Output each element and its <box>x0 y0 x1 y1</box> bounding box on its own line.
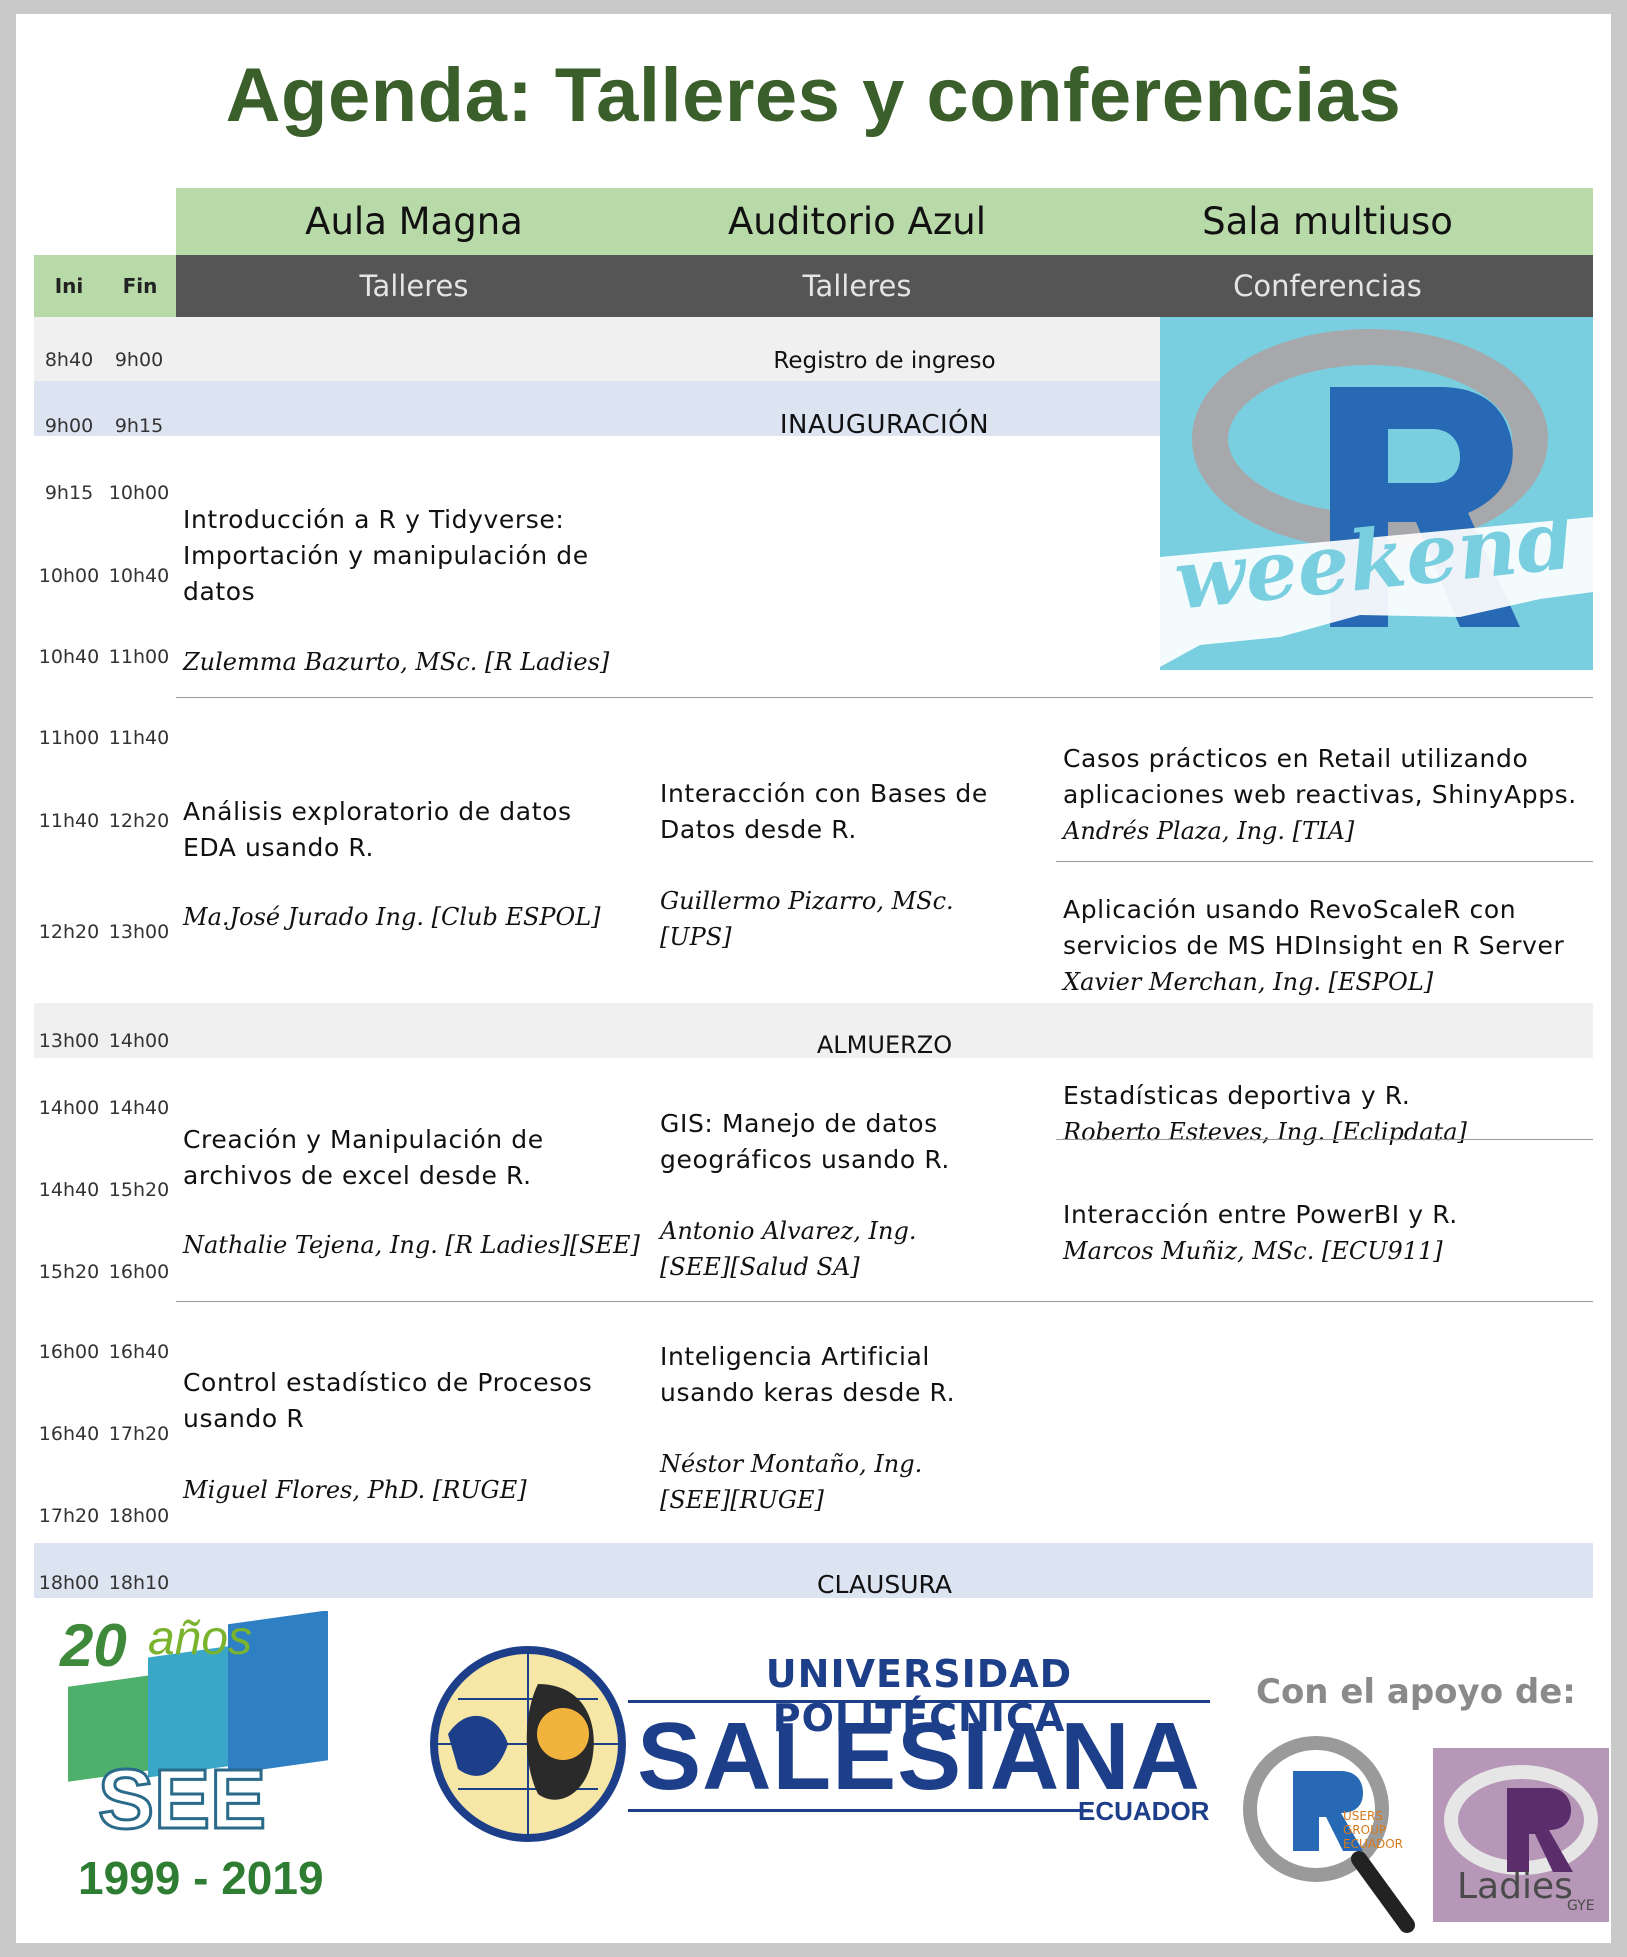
session-title: Estadísticas deportiva y R. <box>1063 1081 1411 1110</box>
session-divider <box>1056 1139 1593 1140</box>
see-years: 20 <box>60 1612 127 1679</box>
session-title: GIS: Manejo de datos geográficos usando … <box>660 1109 950 1174</box>
session-speaker: Néstor Montaño, Ing. [SEE][RUGE] <box>660 1450 923 1514</box>
weekend-wordmark: weekend <box>1170 492 1579 629</box>
session-title: Análisis exploratorio de datos EDA usand… <box>183 797 572 862</box>
block-divider <box>176 697 1593 698</box>
see-year-range: 1999 - 2019 <box>78 1852 324 1904</box>
time-fin: 11h00 <box>108 646 170 668</box>
time-fin: 10h00 <box>108 482 170 504</box>
rug-text: USERS GROUP ECUADOR <box>1343 1809 1403 1851</box>
type-auditorio-azul: Talleres <box>802 269 912 303</box>
session-speaker: Nathalie Tejena, Ing. [R Ladies][SEE] <box>183 1231 640 1259</box>
ups-globe-emblem <box>430 1646 626 1842</box>
time-ini: 16h00 <box>38 1341 100 1363</box>
session-title: Inteligencia Artificial usando keras des… <box>660 1342 956 1407</box>
r-users-group-ecuador-logo: USERS GROUP ECUADOR <box>1231 1729 1431 1939</box>
session-speaker: Miguel Flores, PhD. [RUGE] <box>183 1476 527 1504</box>
venue-sala-multiuso: Sala multiuso <box>1202 200 1453 243</box>
almuerzo-label: ALMUERZO <box>816 1031 953 1059</box>
time-fin: 13h00 <box>108 921 170 943</box>
session-speaker: Roberto Esteves, Ing. [Eclipdata] <box>1063 1118 1467 1146</box>
time-fin: 11h40 <box>108 727 170 749</box>
time-ini: 17h20 <box>38 1505 100 1527</box>
time-ini: 9h00 <box>44 415 94 437</box>
time-fin: 14h00 <box>108 1030 170 1052</box>
time-ini: 14h40 <box>38 1179 100 1201</box>
time-ini: 15h20 <box>38 1261 100 1283</box>
venue-auditorio-azul: Auditorio Azul <box>727 200 987 243</box>
time-fin: 12h20 <box>108 810 170 832</box>
time-ini: 16h40 <box>38 1423 100 1445</box>
r-weekend-logo: weekend <box>1160 317 1593 670</box>
session-title: Interacción entre PowerBI y R. <box>1063 1200 1458 1229</box>
session-title: Aplicación usando RevoScaleR con servici… <box>1063 895 1565 960</box>
see-name: SEE <box>96 1751 267 1848</box>
session-title: Interacción con Bases de Datos desde R. <box>660 779 988 844</box>
time-ini: 9h15 <box>44 482 94 504</box>
time-ini: 11h00 <box>38 727 100 749</box>
r-weekend-graphic: weekend <box>1160 329 1593 667</box>
session-title: Control estadístico de Procesos usando R <box>183 1368 593 1433</box>
time-ini: 11h40 <box>38 810 100 832</box>
session-title: Introducción a R y Tidyverse: Importació… <box>183 505 589 606</box>
session-speaker: Guillermo Pizarro, MSc. [UPS] <box>660 887 954 951</box>
time-fin: 10h40 <box>108 565 170 587</box>
block-divider <box>176 1301 1593 1302</box>
time-fin: 15h20 <box>108 1179 170 1201</box>
session-speaker: Antonio Alvarez, Ing. [SEE][Salud SA] <box>660 1217 917 1281</box>
time-fin: 17h20 <box>108 1423 170 1445</box>
see-anos: años <box>148 1612 253 1665</box>
time-fin: 16h00 <box>108 1261 170 1283</box>
ups-line3: ECUADOR <box>1078 1796 1210 1826</box>
time-ini: 8h40 <box>44 349 94 371</box>
fin-header: Fin <box>122 274 158 298</box>
session-speaker: Marcos Muñiz, MSc. [ECU911] <box>1063 1237 1443 1265</box>
time-fin: 16h40 <box>108 1341 170 1363</box>
time-ini: 14h00 <box>38 1097 100 1119</box>
support-heading: Con el apoyo de: <box>1256 1672 1576 1712</box>
time-fin: 18h10 <box>108 1572 170 1594</box>
time-fin: 9h15 <box>114 415 164 437</box>
time-ini: 10h40 <box>38 646 100 668</box>
time-fin: 18h00 <box>108 1505 170 1527</box>
ups-rule <box>628 1809 1090 1812</box>
clausura-label: CLAUSURA <box>817 1570 952 1599</box>
time-fin: 9h00 <box>114 349 164 371</box>
session-title: Casos prácticos en Retail utilizando apl… <box>1063 744 1577 809</box>
time-ini: 12h20 <box>38 921 100 943</box>
type-aula-magna: Talleres <box>359 269 469 303</box>
time-ini: 10h00 <box>38 565 100 587</box>
session-speaker: Xavier Merchan, Ing. [ESPOL] <box>1063 968 1434 996</box>
session-speaker: Zulemma Bazurto, MSc. [R Ladies] <box>183 648 610 676</box>
venue-aula-magna: Aula Magna <box>305 200 523 243</box>
time-fin: 14h40 <box>108 1097 170 1119</box>
time-ini: 18h00 <box>38 1572 100 1594</box>
r-ladies-gye-logo: Ladies GYE <box>1433 1748 1609 1922</box>
time-ini: 13h00 <box>38 1030 100 1052</box>
rladies-text: Ladies <box>1457 1866 1573 1907</box>
session-speaker: Andrés Plaza, Ing. [TIA] <box>1063 817 1355 845</box>
session-divider <box>1056 861 1593 862</box>
session-speaker: Ma.José Jurado Ing. [Club ESPOL] <box>183 903 601 931</box>
ini-header: Ini <box>54 274 84 298</box>
session-title: Creación y Manipulación de archivos de e… <box>183 1125 544 1190</box>
see-20-anos-logo: 20 años SEE 1999 - 2019 <box>38 1610 378 1911</box>
ups-logo: UNIVERSIDAD POLITÉCNICA SALESIANA ECUADO… <box>428 1644 1210 1844</box>
type-sala-multiuso: Conferencias <box>1233 269 1422 303</box>
page-title: Agenda: Talleres y conferencias <box>225 53 1402 138</box>
rladies-city: GYE <box>1567 1898 1595 1914</box>
agenda-page: Agenda: Talleres y conferencias Aula Mag… <box>16 14 1611 1943</box>
